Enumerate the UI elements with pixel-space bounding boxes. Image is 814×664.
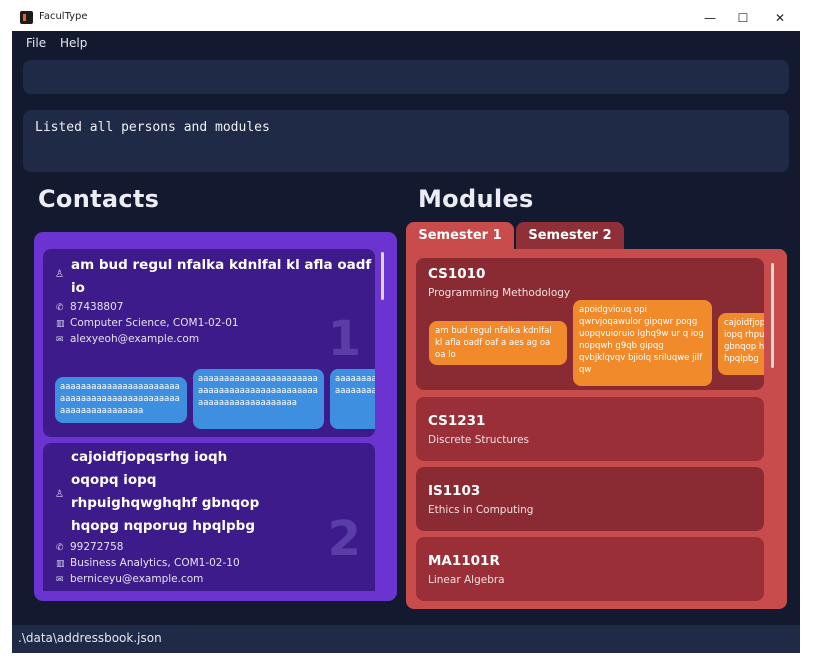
person-email: ✉ berniceyu@example.com: [56, 573, 203, 585]
app-logo-icon: [20, 11, 33, 24]
person-index: 2: [327, 511, 361, 567]
mail-icon: ✉: [56, 335, 64, 345]
module-name: Discrete Structures: [428, 434, 530, 446]
contacts-heading: Contacts: [38, 185, 160, 213]
app-window: FaculType — ☐ ✕ File Help Listed all per…: [12, 5, 800, 653]
contacts-list[interactable]: am bud regul nfalka kdnlfal kl afla oadf…: [34, 232, 397, 601]
modules-list[interactable]: CS1010 Programming Methodology am bud re…: [406, 249, 787, 609]
menu-help[interactable]: Help: [60, 36, 87, 50]
person-tag: aaaaaaaaaaaaaaaaaaaaaaaaaaaaaaaaaaaaaaaa…: [193, 369, 324, 429]
department-value: Business Analytics, COM1-02-10: [70, 557, 240, 569]
module-code: MA1101R: [428, 553, 500, 569]
module-card[interactable]: MA1101R Linear Algebra: [416, 537, 764, 601]
phone-icon: ✆: [56, 303, 64, 313]
module-name: Linear Algebra: [428, 574, 505, 586]
module-code: IS1103: [428, 483, 481, 499]
status-bar: .\data\addressbook.json: [12, 625, 800, 653]
person-card[interactable]: am bud regul nfalka kdnlfal kl afla oadf…: [43, 249, 375, 437]
email-value: alexyeoh@example.com: [70, 333, 200, 345]
mail-icon: ✉: [56, 575, 64, 585]
building-icon: ▥: [56, 559, 65, 569]
modules-heading: Modules: [418, 185, 534, 213]
module-card[interactable]: IS1103 Ethics in Computing: [416, 467, 764, 531]
result-message: Listed all persons and modules: [35, 120, 270, 135]
maximize-button[interactable]: ☐: [725, 7, 761, 29]
contacts-scroll-area[interactable]: am bud regul nfalka kdnlfal kl afla oadf…: [43, 249, 375, 591]
module-code: CS1010: [428, 266, 486, 282]
modules-scrollbar[interactable]: [771, 263, 774, 368]
module-card[interactable]: CS1010 Programming Methodology am bud re…: [416, 258, 764, 390]
person-name-line: am bud regul nfalka kdnlfal kl afla oadf…: [71, 257, 375, 273]
person-phone: ✆ 99272758: [56, 541, 123, 553]
person-name-line: rhpuighqwghqhf gbnqop: [71, 495, 260, 511]
module-tag: am bud regul nfalka kdnlfal kl afla oadf…: [429, 321, 567, 365]
person-phone: ✆ 87438807: [56, 301, 123, 313]
person-tag: aaaaaaaaaaaaaaaaaaaaaa: [330, 369, 375, 429]
person-email: ✉ alexyeoh@example.com: [56, 333, 199, 345]
module-name: Programming Methodology: [428, 287, 571, 299]
person-name-line: oqopq iopq: [71, 472, 157, 488]
data-file-path: .\data\addressbook.json: [18, 631, 162, 645]
module-tag: apoidgviouq opi qwrvjoqawulor gipqwr poq…: [573, 300, 712, 386]
person-name-line: hqopg nqporug hpqlpbg: [71, 518, 255, 534]
person-department: ▥ Business Analytics, COM1-02-10: [56, 557, 240, 569]
person-tag: aaaaaaaaaaaaaaaaaaaaaaaaaaaaaaaaaaaaaaaa…: [55, 377, 187, 423]
module-code: CS1231: [428, 413, 486, 429]
person-name-line: io: [71, 280, 85, 296]
tab-semester-2[interactable]: Semester 2: [516, 222, 624, 250]
person-icon: ♙: [55, 269, 64, 280]
window-title: FaculType: [39, 11, 88, 22]
person-card[interactable]: cajoidfjopqsrhg ioqh oqopq iopq ♙ rhpuig…: [43, 443, 375, 591]
title-bar: FaculType — ☐ ✕: [12, 5, 800, 31]
module-tag: cajoidfjop iopq rhpu gbnqop hq hpqlpbg: [718, 313, 764, 375]
minimize-button[interactable]: —: [692, 7, 728, 29]
tab-semester-1[interactable]: Semester 1: [406, 222, 514, 250]
phone-value: 87438807: [70, 301, 124, 313]
person-department: ▥ Computer Science, COM1-02-01: [56, 317, 239, 329]
menu-bar: File Help: [12, 31, 800, 55]
command-input[interactable]: [23, 60, 789, 94]
person-icon: ♙: [55, 489, 64, 500]
module-name: Ethics in Computing: [428, 504, 534, 516]
contacts-scrollbar[interactable]: [381, 252, 384, 300]
module-card[interactable]: CS1231 Discrete Structures: [416, 397, 764, 461]
close-button[interactable]: ✕: [762, 7, 798, 29]
email-value: berniceyu@example.com: [70, 573, 204, 585]
person-name-line: cajoidfjopqsrhg ioqh: [71, 449, 228, 465]
person-index: 1: [327, 311, 361, 367]
result-display: Listed all persons and modules: [23, 110, 789, 172]
phone-icon: ✆: [56, 543, 64, 553]
building-icon: ▥: [56, 319, 65, 329]
department-value: Computer Science, COM1-02-01: [70, 317, 239, 329]
menu-file[interactable]: File: [26, 36, 46, 50]
phone-value: 99272758: [70, 541, 124, 553]
